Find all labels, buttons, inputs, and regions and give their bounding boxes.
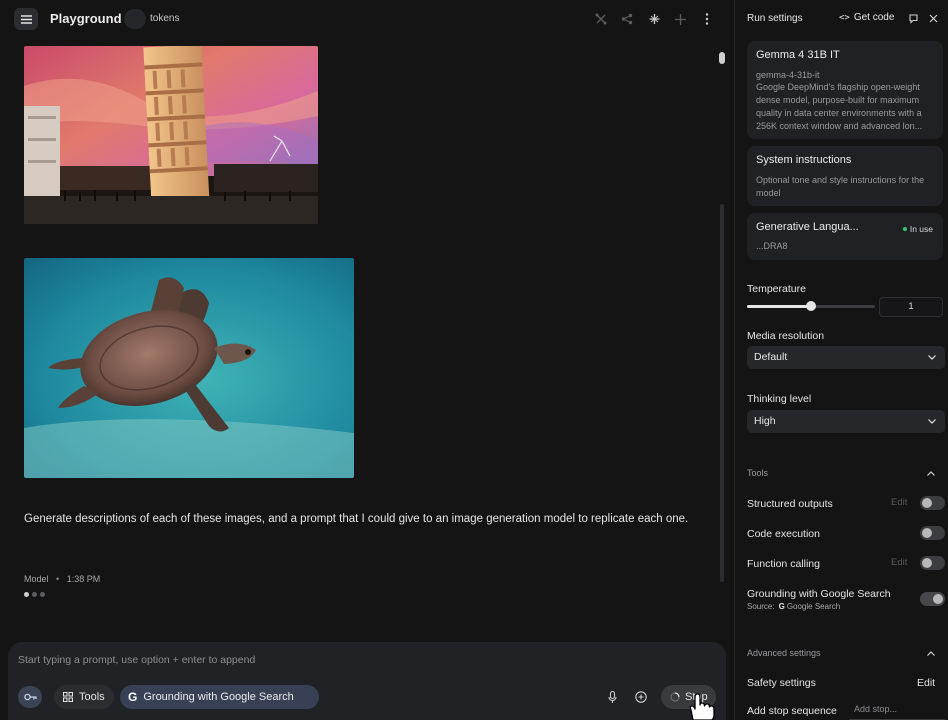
grounding-chip-label: Grounding with Google Search: [143, 691, 294, 703]
api-key-button[interactable]: [18, 686, 42, 708]
code-execution-toggle[interactable]: [920, 526, 945, 540]
in-use-badge: In use: [903, 224, 933, 234]
safety-settings-edit[interactable]: Edit: [917, 677, 935, 689]
loading-indicator: [24, 592, 45, 597]
google-icon: G: [778, 602, 785, 611]
grounding-chip[interactable]: G Grounding with Google Search: [120, 685, 319, 709]
menu-icon: [20, 14, 32, 24]
separator-dot: •: [56, 574, 60, 584]
loading-dot: [24, 592, 29, 597]
system-instructions-card[interactable]: System instructions Optional tone and st…: [747, 146, 943, 206]
chevron-up-icon[interactable]: [927, 648, 937, 658]
model-selector-card[interactable]: Gemma 4 31B IT gemma-4-31b-it Google Dee…: [747, 41, 943, 139]
panel-title: Run settings: [747, 13, 803, 24]
code-icon: <>: [839, 12, 850, 23]
chevron-up-icon[interactable]: [927, 468, 937, 478]
grid-icon: [63, 692, 73, 702]
prompt-input[interactable]: Start typing a prompt, use option + ente…: [18, 654, 255, 666]
main-area: Playground tokens Generate descriptions …: [0, 0, 734, 720]
loading-dot: [32, 592, 37, 597]
structured-outputs-toggle[interactable]: [920, 496, 945, 510]
stop-sequence-label: Add stop sequence: [747, 705, 837, 717]
temperature-slider-fill: [747, 305, 811, 308]
chevron-down-icon: [928, 346, 938, 369]
leaning-tower-image: [24, 46, 318, 224]
sea-turtle-image: [24, 258, 354, 478]
get-code-label: Get code: [853, 12, 895, 23]
source-prefix: Source:: [747, 602, 775, 611]
google-icon: G: [128, 690, 138, 704]
api-key-card[interactable]: Generative Langua... In use ...DRA8: [747, 213, 943, 260]
api-key-suffix: ...DRA8: [756, 241, 788, 251]
app-title: Playground: [50, 11, 122, 26]
menu-button[interactable]: [14, 8, 38, 30]
temperature-slider[interactable]: [747, 301, 875, 311]
toggle-knob: [922, 498, 932, 508]
reset-icon[interactable]: [906, 11, 920, 25]
toggle-knob: [922, 558, 932, 568]
media-resolution-select[interactable]: Default: [747, 346, 945, 369]
share-icon[interactable]: [618, 10, 636, 28]
model-response-meta: Model • 1:38 PM: [24, 574, 100, 584]
add-icon[interactable]: [671, 10, 689, 28]
grounding-toggle[interactable]: [920, 592, 945, 606]
top-bar: Playground tokens: [0, 0, 734, 38]
grounding-source: Source: G Google Search: [747, 602, 840, 611]
user-prompt-text: Generate descriptions of each of these i…: [24, 513, 689, 525]
system-instructions-title: System instructions: [756, 154, 852, 166]
sparkle-compare-icon[interactable]: [645, 10, 663, 28]
temperature-label: Temperature: [747, 283, 806, 295]
run-settings-panel: Run settings <> Get code Gemma 4 31B IT …: [734, 0, 948, 720]
function-calling-toggle[interactable]: [920, 556, 945, 570]
tools-section-header[interactable]: Tools: [747, 468, 768, 478]
thinking-level-label: Thinking level: [747, 393, 812, 405]
structured-outputs-edit[interactable]: Edit: [891, 497, 907, 508]
response-timestamp: 1:38 PM: [66, 574, 101, 584]
toggle-knob: [933, 594, 943, 604]
key-icon: [23, 693, 37, 701]
scrollbar-track: [720, 204, 724, 582]
tools-button[interactable]: Tools: [54, 685, 114, 709]
add-media-icon[interactable]: [632, 688, 650, 706]
more-options-icon[interactable]: [698, 10, 716, 28]
chat-scrollbar[interactable]: [718, 48, 726, 582]
source-name: Google Search: [786, 602, 841, 611]
structured-outputs-label: Structured outputs: [747, 498, 833, 510]
model-description: Google DeepMind's flagship open-weight d…: [756, 82, 923, 131]
chat-history: Generate descriptions of each of these i…: [0, 38, 726, 642]
media-resolution-value: Default: [754, 351, 788, 363]
function-calling-label: Function calling: [747, 558, 820, 570]
model-id: gemma-4-31b-it: [756, 70, 820, 80]
thinking-level-value: High: [754, 415, 776, 427]
get-code-button[interactable]: <> Get code: [839, 12, 894, 23]
microphone-icon[interactable]: [603, 688, 621, 706]
loading-dot: [40, 592, 45, 597]
safety-settings-label: Safety settings: [747, 677, 816, 689]
tools-label: Tools: [79, 691, 105, 703]
system-instructions-placeholder: Optional tone and style instructions for…: [756, 175, 925, 198]
code-execution-label: Code execution: [747, 528, 820, 540]
toggle-knob: [922, 528, 932, 538]
temperature-value-input[interactable]: 1: [879, 297, 943, 317]
prompt-composer: Start typing a prompt, use option + ente…: [8, 642, 726, 720]
token-count-pill: [124, 9, 146, 29]
advanced-settings-header[interactable]: Advanced settings: [747, 648, 821, 658]
token-label: tokens: [150, 13, 180, 24]
spinner-icon: [670, 692, 680, 702]
scrollbar-thumb[interactable]: [719, 52, 725, 64]
model-label: Model: [24, 574, 49, 584]
function-calling-edit[interactable]: Edit: [891, 557, 907, 568]
media-resolution-label: Media resolution: [747, 330, 825, 342]
chevron-down-icon: [928, 410, 938, 433]
grounding-label: Grounding with Google Search: [747, 588, 891, 600]
temperature-slider-handle[interactable]: [806, 301, 816, 311]
hand-cursor-icon: [689, 693, 715, 720]
thinking-level-select[interactable]: High: [747, 410, 945, 433]
model-name: Gemma 4 31B IT: [756, 49, 840, 61]
compare-icon[interactable]: [592, 10, 610, 28]
close-icon[interactable]: [926, 11, 940, 25]
stop-sequence-input[interactable]: Add stop...: [849, 704, 945, 720]
